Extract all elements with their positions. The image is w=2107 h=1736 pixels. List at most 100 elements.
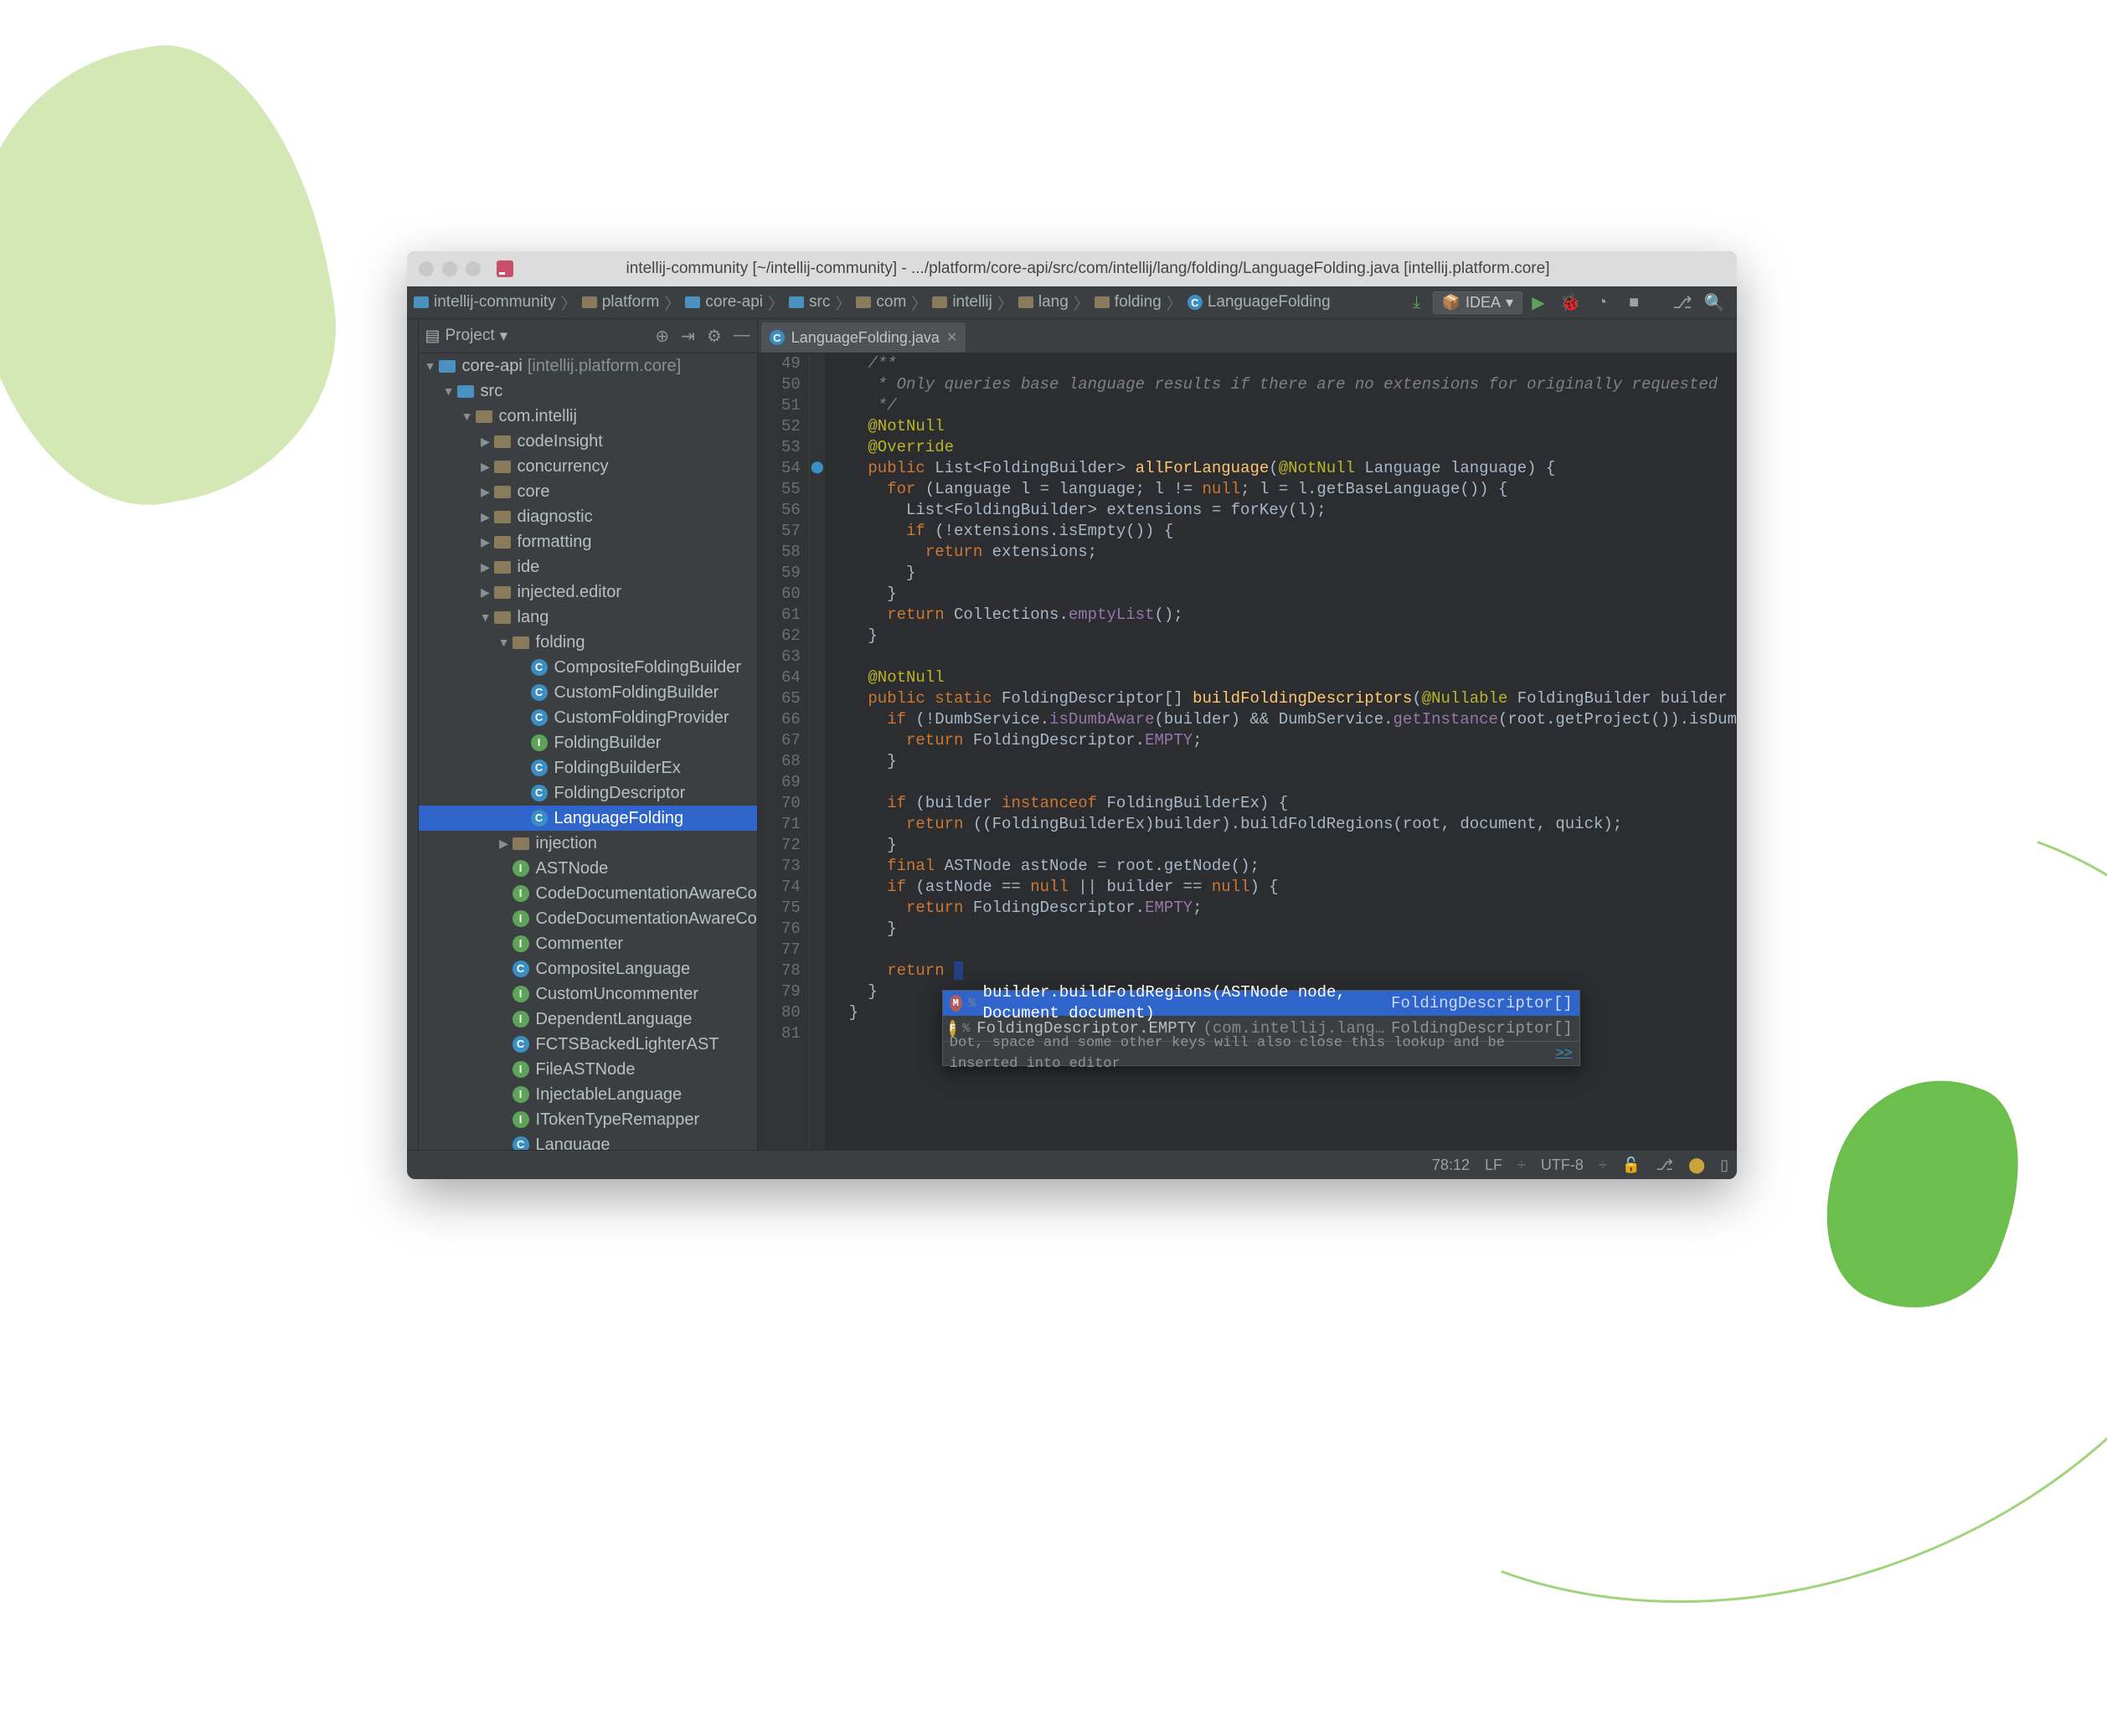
tree-row-file[interactable]: CFoldingDescriptor (419, 780, 757, 806)
memory-icon[interactable]: ▯ (1720, 1156, 1728, 1174)
gear-icon[interactable]: ⚙ (707, 326, 722, 347)
project-tree[interactable]: ▼core-api[intellij.platform.core] ▼src ▼… (419, 353, 757, 1150)
tree-row-lang: ▼lang (419, 605, 757, 630)
debug-icon[interactable]: 🐞 (1559, 291, 1581, 313)
tree-row-file[interactable]: CFoldingBuilderEx (419, 755, 757, 780)
traffic-max[interactable] (466, 261, 481, 276)
completion-item[interactable]: M%builder.buildFoldRegions(ASTNode node,… (943, 991, 1579, 1016)
crumb-root[interactable]: intellij-community〉 (414, 291, 577, 314)
tree-row-file[interactable]: CFCTSBackedLighterAST (419, 1032, 757, 1057)
tree-row-injection: ▶injection (419, 831, 757, 856)
crumb-coreapi[interactable]: core-api〉 (685, 291, 784, 314)
idea-icon: 📦 (1442, 294, 1460, 312)
hint-text: Dot, space and some other keys will also… (950, 1033, 1551, 1074)
bg-shape-1 (0, 23, 363, 530)
file-encoding[interactable]: UTF-8 (1541, 1156, 1584, 1174)
tree-row-dir[interactable]: ▶injected.editor (419, 580, 757, 605)
run-config-label: IDEA (1466, 294, 1501, 312)
crumb-class[interactable]: CLanguageFolding (1187, 293, 1331, 312)
tree-row-file[interactable]: CCompositeLanguage (419, 956, 757, 981)
project-title: Project (446, 327, 495, 345)
class-icon: C (770, 330, 785, 345)
tab-label: LanguageFolding.java (791, 329, 940, 347)
editor-tabs: C LanguageFolding.java ✕ (758, 319, 1737, 353)
caret-position[interactable]: 78:12 (1432, 1156, 1470, 1174)
traffic-close[interactable] (419, 261, 434, 276)
git-icon[interactable]: ⎇ (1672, 291, 1693, 313)
tree-row-file[interactable]: ICodeDocumentationAwareCo (419, 881, 757, 906)
tree-row-src: ▼src (419, 379, 757, 404)
tree-row-dir[interactable]: ▶diagnostic (419, 504, 757, 529)
project-view-selector[interactable]: ▤ Project ▾ (425, 327, 656, 346)
tree-row-dir[interactable]: ▶codeInsight (419, 429, 757, 454)
tree-row-file[interactable]: IInjectableLanguage (419, 1082, 757, 1107)
crumb-intellij[interactable]: intellij〉 (932, 291, 1013, 314)
crumb-platform[interactable]: platform〉 (582, 291, 681, 314)
intellij-icon (496, 260, 514, 278)
tree-row-file[interactable]: IFileASTNode (419, 1057, 757, 1082)
stop-icon[interactable]: ■ (1623, 291, 1645, 313)
editor-tab[interactable]: C LanguageFolding.java ✕ (761, 322, 966, 353)
tree-row-file[interactable]: CLanguageFolding (419, 806, 757, 831)
traffic-min[interactable] (442, 261, 457, 276)
tree-row-file[interactable]: CCustomFoldingProvider (419, 705, 757, 730)
tree-row-dir[interactable]: ▶core (419, 479, 757, 504)
chevron-down-icon: ▾ (1506, 294, 1513, 312)
tree-row-dir[interactable]: ▶formatting (419, 529, 757, 554)
completion-hint: Dot, space and some other keys will also… (943, 1041, 1579, 1065)
build-icon[interactable]: ⤓ (1406, 291, 1428, 313)
navigation-bar: intellij-community〉 platform〉 core-api〉 … (407, 286, 1737, 319)
crumb-label: intellij-community (434, 293, 556, 312)
run-icon[interactable]: ▶ (1527, 291, 1549, 313)
tree-row-file[interactable]: IFoldingBuilder (419, 730, 757, 755)
tree-row-file[interactable]: CCompositeFoldingBuilder (419, 655, 757, 680)
tree-row-file[interactable]: CLanguage (419, 1132, 757, 1150)
tool-window-stripe[interactable] (407, 319, 419, 1150)
crumb-label: src (809, 293, 830, 312)
coverage-icon[interactable]: ◔ (1591, 291, 1613, 313)
tree-row-file[interactable]: CCustomFoldingBuilder (419, 680, 757, 705)
crumb-lang[interactable]: lang〉 (1018, 291, 1090, 314)
crumb-label: intellij (952, 293, 992, 312)
project-tool-window: ▤ Project ▾ ⊕ ⇥ ⚙ — ▼core-api[intellij.pla… (419, 319, 758, 1150)
project-icon: ▤ (425, 327, 440, 346)
inspections-icon[interactable]: ⬤ (1688, 1156, 1705, 1174)
crumb-label: com (876, 293, 906, 312)
crumb-label: LanguageFolding (1208, 293, 1331, 312)
tree-row-root: ▼core-api[intellij.platform.core] (419, 353, 757, 379)
git-branch-icon[interactable]: ⎇ (1656, 1156, 1673, 1174)
tree-row-file[interactable]: ICustomUncommenter (419, 981, 757, 1007)
hide-icon[interactable]: — (734, 326, 750, 347)
window-title: intellij-community [~/intellij-community… (514, 260, 1661, 278)
crumb-com[interactable]: com〉 (856, 291, 927, 314)
editor: C LanguageFolding.java ✕ 495051525354555… (758, 319, 1737, 1150)
tree-row-file[interactable]: IITokenTypeRemapper (419, 1107, 757, 1132)
tree-row-dir[interactable]: ▶ide (419, 554, 757, 580)
crumb-folding[interactable]: folding〉 (1095, 291, 1182, 314)
crumb-src[interactable]: src〉 (789, 291, 851, 314)
line-number-gutter[interactable]: 4950515253545556575859606162636465666768… (758, 353, 810, 1150)
tree-row-pkg: ▼com.intellij (419, 404, 757, 429)
line-separator[interactable]: LF (1485, 1156, 1502, 1174)
code-area[interactable]: 4950515253545556575859606162636465666768… (758, 353, 1737, 1150)
titlebar: intellij-community [~/intellij-community… (407, 251, 1737, 286)
close-icon[interactable]: ✕ (946, 329, 957, 346)
completion-popup: M%builder.buildFoldRegions(ASTNode node,… (942, 990, 1580, 1066)
run-config-selector[interactable]: 📦 IDEA ▾ (1433, 291, 1522, 314)
tree-row-dir[interactable]: ▶concurrency (419, 454, 757, 479)
collapse-icon[interactable]: ⇥ (681, 326, 695, 347)
tree-row-file[interactable]: IASTNode (419, 856, 757, 881)
search-icon[interactable]: 🔍 (1703, 291, 1725, 313)
crumb-label: core-api (705, 293, 763, 312)
ide-window: intellij-community [~/intellij-community… (407, 251, 1737, 1179)
locate-icon[interactable]: ⊕ (655, 326, 669, 347)
tree-row-file[interactable]: ICodeDocumentationAwareCo (419, 906, 757, 931)
chevron-down-icon: ▾ (500, 327, 508, 346)
gutter-marks[interactable]: ⬤ (810, 353, 825, 1150)
tree-row-file[interactable]: IDependentLanguage (419, 1007, 757, 1032)
hint-link[interactable]: >> (1555, 1043, 1572, 1064)
readonly-icon[interactable]: 🔓 (1622, 1156, 1641, 1174)
tree-row-file[interactable]: ICommenter (419, 931, 757, 956)
crumb-label: platform (602, 293, 660, 312)
crumb-label: lang (1038, 293, 1069, 312)
